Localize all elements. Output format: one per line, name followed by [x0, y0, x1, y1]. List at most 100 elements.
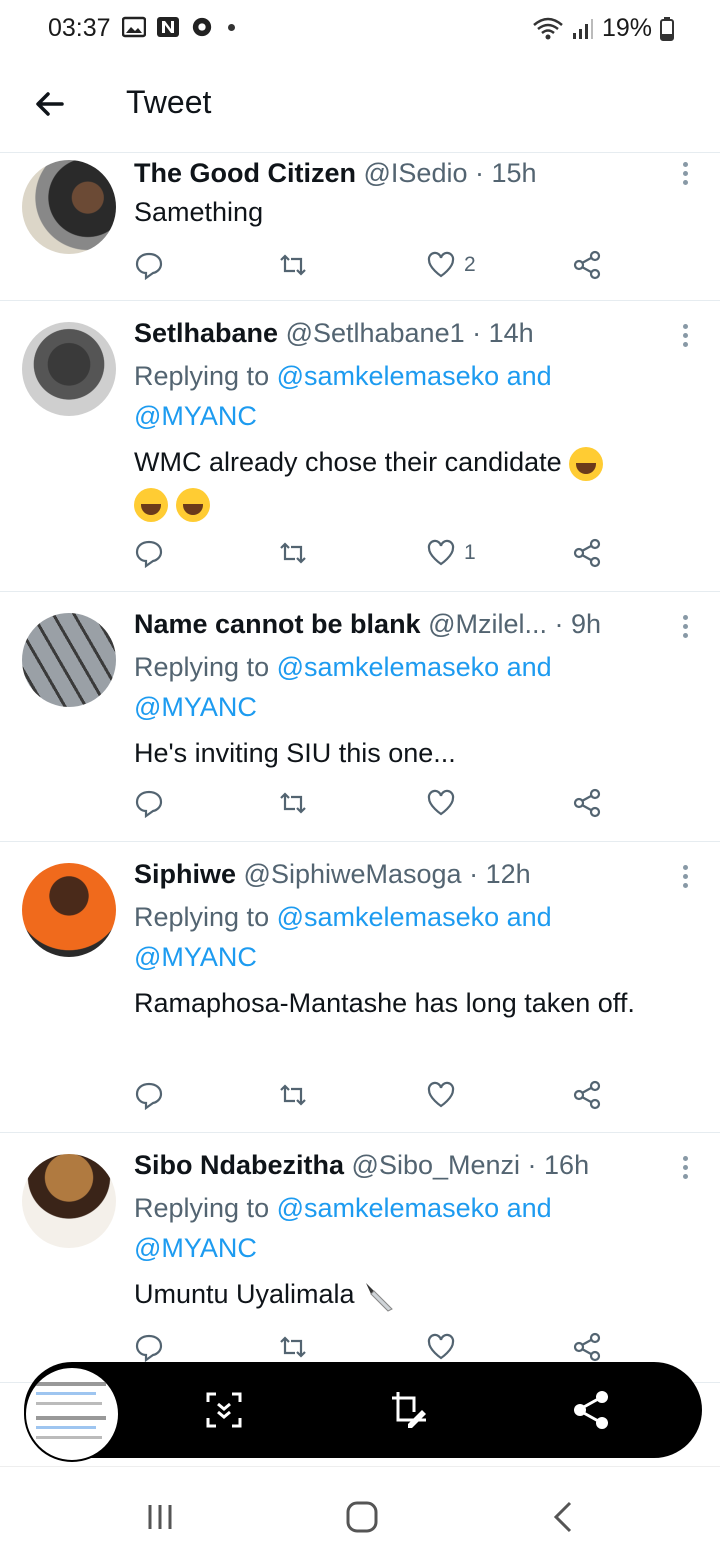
gallery-icon: [122, 16, 146, 38]
screenshot-thumbnail[interactable]: [24, 1366, 120, 1462]
laughing-emoji-icon: [569, 446, 604, 481]
wifi-icon: [533, 17, 563, 39]
share-button[interactable]: [572, 1332, 602, 1362]
arrow-left-icon[interactable]: [32, 86, 68, 122]
like-button[interactable]: 1: [426, 538, 476, 568]
author-name[interactable]: Siphiwe: [134, 859, 236, 889]
replying-prefix: Replying to: [134, 652, 270, 682]
tweet-time: · 14h: [472, 318, 534, 348]
retweet-button[interactable]: [278, 788, 308, 818]
back-nav-icon[interactable]: [544, 1497, 584, 1537]
share-icon: [573, 1332, 601, 1362]
tweet-time: · 12h: [469, 859, 531, 889]
avatar[interactable]: [22, 863, 116, 957]
reply-mention-link[interactable]: @MYANC: [134, 942, 257, 972]
reply-icon: [135, 252, 163, 280]
author-name[interactable]: Name cannot be blank: [134, 609, 421, 639]
avatar[interactable]: [22, 1154, 116, 1248]
tweet-time: · 15h: [475, 158, 537, 188]
tweet-card[interactable]: Setlhabane @Setlhabane1 · 14h Replying t…: [0, 300, 720, 592]
status-right: 19%: [532, 14, 674, 43]
reply-mention-link[interactable]: @samkelemaseko and: [277, 361, 552, 391]
author-handle[interactable]: @Mzilel...: [428, 609, 547, 639]
reply-button[interactable]: [134, 250, 164, 280]
author-handle[interactable]: @SiphiweMasoga: [244, 859, 462, 889]
reply-button[interactable]: [134, 1080, 164, 1110]
more-vertical-icon[interactable]: [680, 865, 690, 892]
scroll-capture-icon[interactable]: [202, 1388, 246, 1432]
system-nav-bar: [0, 1466, 720, 1561]
retweet-button[interactable]: [278, 250, 308, 280]
tweet-text: Umuntu Uyalimala: [134, 1274, 694, 1315]
retweet-button[interactable]: [278, 1332, 308, 1362]
more-vertical-icon[interactable]: [680, 1156, 690, 1183]
tweet-text-body: Umuntu Uyalimala: [134, 1279, 355, 1309]
reply-icon: [135, 1334, 163, 1362]
reply-button[interactable]: [134, 788, 164, 818]
replying-prefix: Replying to: [134, 361, 270, 391]
tweet-text: WMC already chose their candidate: [134, 442, 694, 524]
share-icon[interactable]: [570, 1388, 614, 1432]
like-button[interactable]: [426, 788, 456, 818]
tweet-card[interactable]: Siphiwe @SiphiweMasoga · 12h Replying to…: [0, 841, 720, 1133]
heart-icon: [427, 1333, 455, 1360]
reply-mention-link[interactable]: @MYANC: [134, 1233, 257, 1263]
avatar[interactable]: [22, 613, 116, 707]
author-name[interactable]: Sibo Ndabezitha: [134, 1150, 344, 1180]
tweet-actions: [134, 788, 614, 822]
retweet-icon: [280, 1084, 306, 1106]
retweet-button[interactable]: [278, 538, 308, 568]
share-button[interactable]: [572, 250, 602, 280]
tweet-card[interactable]: Name cannot be blank @Mzilel... · 9h Rep…: [0, 591, 720, 842]
laughing-emoji-icon: [175, 487, 210, 522]
like-button[interactable]: [426, 1080, 456, 1110]
more-notifications-dot: [228, 23, 235, 31]
reply-mention-link[interactable]: @MYANC: [134, 692, 257, 722]
share-icon: [573, 538, 601, 568]
heart-icon: [427, 789, 455, 816]
heart-icon: [427, 539, 455, 566]
share-icon: [573, 1080, 601, 1110]
author-handle[interactable]: @Setlhabane1: [286, 318, 465, 348]
more-vertical-icon[interactable]: [680, 615, 690, 642]
home-icon[interactable]: [342, 1497, 382, 1537]
avatar[interactable]: [22, 160, 116, 254]
tweet-actions: 2: [134, 250, 614, 284]
retweet-icon: [280, 1336, 306, 1358]
reply-mention-link[interactable]: @MYANC: [134, 401, 257, 431]
like-button[interactable]: 2: [426, 250, 476, 280]
app-header: Tweet: [0, 60, 720, 153]
tweet-time: · 16h: [527, 1150, 590, 1180]
reply-mention-link[interactable]: @samkelemaseko and: [277, 902, 552, 932]
replying-to: Replying to @samkelemaseko and @MYANC: [134, 1188, 552, 1268]
knife-emoji-icon: [366, 1282, 393, 1312]
reply-mention-link[interactable]: @samkelemaseko and: [277, 652, 552, 682]
reply-icon: [135, 540, 163, 568]
author-handle[interactable]: @ISedio: [364, 158, 468, 188]
status-time: 03:37: [48, 14, 111, 42]
heart-icon: [427, 251, 455, 278]
like-button[interactable]: [426, 1332, 456, 1362]
reply-button[interactable]: [134, 538, 164, 568]
avatar[interactable]: [22, 322, 116, 416]
recent-apps-icon[interactable]: [140, 1497, 180, 1537]
share-button[interactable]: [572, 538, 602, 568]
share-button[interactable]: [572, 788, 602, 818]
author-name[interactable]: Setlhabane: [134, 318, 278, 348]
retweet-button[interactable]: [278, 1080, 308, 1110]
reply-button[interactable]: [134, 1332, 164, 1362]
chrome-icon: [192, 17, 212, 37]
crop-edit-icon[interactable]: [388, 1388, 432, 1432]
author-name[interactable]: The Good Citizen: [134, 158, 356, 188]
replying-prefix: Replying to: [134, 1193, 270, 1223]
share-button[interactable]: [572, 1080, 602, 1110]
reply-mention-link[interactable]: @samkelemaseko and: [277, 1193, 552, 1223]
author-handle[interactable]: @Sibo_Menzi: [352, 1150, 521, 1180]
more-vertical-icon[interactable]: [680, 162, 690, 189]
tweet-card[interactable]: The Good Citizen @ISedio · 15h Samething…: [0, 152, 720, 301]
signal-icon: [572, 18, 593, 39]
tweet-card[interactable]: Sibo Ndabezitha @Sibo_Menzi · 16h Replyi…: [0, 1132, 720, 1383]
retweet-icon: [280, 792, 306, 814]
more-vertical-icon[interactable]: [680, 324, 690, 351]
tweet-actions: 1: [134, 538, 614, 572]
